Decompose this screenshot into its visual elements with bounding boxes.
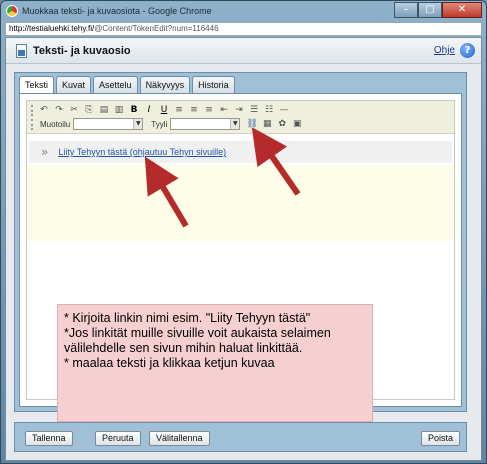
tab-bar: Teksti Kuvat Asettelu Näkyvyys Historia [19,76,237,94]
numbered-list-icon[interactable]: ☷ [263,104,275,116]
align-right-icon[interactable]: ≡ [203,104,215,116]
format-select[interactable]: ▼ [73,118,144,130]
horizontal-rule-icon[interactable]: — [278,104,290,116]
tab-asettelu[interactable]: Asettelu [93,76,138,93]
chevron-down-icon: ▼ [133,119,143,129]
toolbar-row-1: ↶ ↷ ✂ ⎘ ▤ ▥ B I U ≡ ≡ ≡ ⇤ ⇥ ☰ ☷ — [31,104,293,116]
copy-icon[interactable]: ⎘ [83,104,95,116]
note-line-3: * maalaa teksti ja klikkaa ketjun kuvaa [64,356,275,370]
undo-icon[interactable]: ↶ [38,104,50,116]
chrome-icon [6,5,18,17]
style-label: Tyyli [151,119,168,129]
toolbar-grip-2 [31,118,34,130]
redo-icon[interactable]: ↷ [53,104,65,116]
editor-toolbar: ↶ ↷ ✂ ⎘ ▤ ▥ B I U ≡ ≡ ≡ ⇤ ⇥ ☰ ☷ — Muotoi… [27,101,454,134]
window-controls: – □ ✕ [394,2,482,18]
help-icon[interactable]: ? [460,43,475,58]
bullet-list-icon[interactable]: ☰ [248,104,260,116]
dialog-header: Teksti- ja kuvaosio Ohje ? [6,38,481,64]
toolbar-grip [31,104,34,116]
tab-nakyvyys[interactable]: Näkyvyys [139,76,191,93]
style-select[interactable]: ▼ [170,118,241,130]
delete-button[interactable]: Poista [421,431,461,446]
help-link[interactable]: Ohje [434,45,455,56]
dialog-title: Teksti- ja kuvaosio [33,44,131,57]
tab-kuvat[interactable]: Kuvat [56,76,92,93]
editor-link[interactable]: Liity Tehyyn tästä (ohjautuu Tehyn sivui… [58,147,226,157]
align-center-icon[interactable]: ≡ [188,104,200,116]
window-title: Muokkaa teksti- ja kuvaosiota - Google C… [22,6,212,16]
chevron-right-icon: » [41,145,49,159]
note-line-2: *Jos linkität muille sivuille voit aukai… [64,326,331,355]
close-window-button[interactable]: ✕ [442,2,482,18]
paste-icon[interactable]: ▤ [98,104,110,116]
link-chain-icon[interactable]: ⛓ [246,118,258,130]
url-host: http://testialuehki.tehy.fi/ [9,24,95,33]
editor-highlight-area [27,165,454,241]
maximize-button[interactable]: □ [418,2,442,18]
plugin-icon[interactable]: ✿ [276,118,288,130]
paste-text-icon[interactable]: ▥ [113,104,125,116]
chevron-down-icon: ▼ [230,119,240,129]
browser-window: Muokkaa teksti- ja kuvaosiota - Google C… [0,0,487,464]
cut-icon[interactable]: ✂ [68,104,80,116]
save-button[interactable]: Tallenna [25,431,73,446]
tab-panel-teksti: ↶ ↷ ✂ ⎘ ▤ ▥ B I U ≡ ≡ ≡ ⇤ ⇥ ☰ ☷ — Muotoi… [19,93,462,422]
instruction-note: * Kirjoita linkin nimi esim. "Liity Tehy… [57,304,373,422]
bold-icon[interactable]: B [128,104,140,116]
align-left-icon[interactable]: ≡ [173,104,185,116]
note-line-1: * Kirjoita linkin nimi esim. "Liity Tehy… [64,311,311,325]
underline-icon[interactable]: U [158,104,170,116]
url-path: @Content/TokenEdit?num=116446 [94,24,219,33]
outdent-icon[interactable]: ⇤ [218,104,230,116]
italic-icon[interactable]: I [143,104,155,116]
dialog-footer: Tallenna Peruuta Välitallenna Poista [14,422,467,452]
temp-save-button[interactable]: Välitallenna [149,431,210,446]
tab-teksti[interactable]: Teksti [19,76,55,94]
window-titlebar: Muokkaa teksti- ja kuvaosiota - Google C… [1,1,486,21]
address-bar[interactable]: http://testialuehki.tehy.fi/@Content/Tok… [5,22,482,36]
format-label: Muotoilu [40,119,71,129]
tab-historia[interactable]: Historia [192,76,235,93]
document-icon [16,43,27,58]
dialog-body: Teksti Kuvat Asettelu Näkyvyys Historia … [14,72,467,422]
image-icon[interactable]: ▣ [291,118,303,130]
link-block: » Liity Tehyyn tästä (ohjautuu Tehyn siv… [29,141,452,163]
table-icon[interactable]: ▦ [261,118,273,130]
toolbar-row-2: Muotoilu ▼ Tyyli ▼ ⛓ ▦ ✿ ▣ [31,118,306,130]
cancel-button[interactable]: Peruuta [95,431,141,446]
indent-icon[interactable]: ⇥ [233,104,245,116]
minimize-button[interactable]: – [394,2,418,18]
edit-dialog: Teksti- ja kuvaosio Ohje ? Teksti Kuvat … [5,37,482,461]
